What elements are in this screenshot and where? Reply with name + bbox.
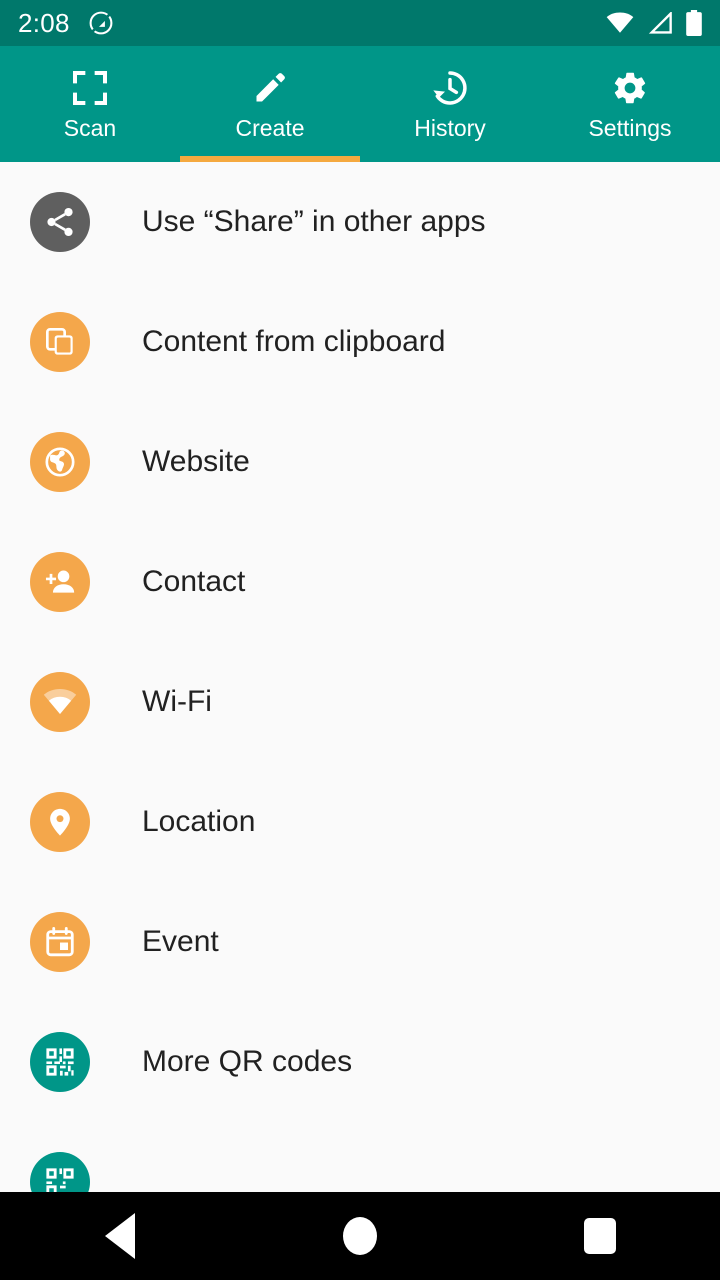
tab-create-label: Create [235,115,305,141]
list-item-website[interactable]: Website [0,402,720,522]
list-item-label: Wi-Fi [142,685,212,718]
list-item-label: Location [142,805,256,838]
circle-home-icon [343,1217,377,1255]
person-add-icon [30,552,90,612]
tab-create[interactable]: Create [180,46,360,162]
list-item-event[interactable]: Event [0,882,720,1002]
qr-code-icon [30,1152,90,1192]
cell-signal-icon [648,12,672,34]
list-item-location[interactable]: Location [0,762,720,882]
create-list: Use “Share” in other apps Content from c… [0,162,720,1192]
status-bar: 2:08 [0,0,720,46]
calendar-icon [30,912,90,972]
list-item-label: More QR codes [142,1045,353,1078]
app-notification-icon [89,11,113,35]
list-item-partial[interactable] [0,1122,720,1192]
tab-history-label: History [414,115,486,141]
wifi-icon [606,12,634,33]
gear-icon [611,68,649,108]
pencil-icon [252,68,288,108]
triangle-back-icon [105,1213,135,1259]
share-icon [30,192,90,252]
scan-frame-icon [70,68,110,108]
android-navigation-bar [0,1192,720,1280]
map-pin-icon [30,792,90,852]
status-time: 2:08 [18,8,70,38]
list-item-clipboard[interactable]: Content from clipboard [0,282,720,402]
history-clock-icon [430,68,470,108]
qr-code-icon [30,1032,90,1092]
globe-icon [30,432,90,492]
list-item-label: Content from clipboard [142,325,446,358]
status-left-icons [88,10,114,36]
list-item-more-qr-codes[interactable]: More QR codes [0,1002,720,1122]
tab-bar: Scan Create History Settings [0,46,720,162]
app-screen: 2:08 Scan Create History Settings Use “S… [0,0,720,1280]
square-recents-icon [584,1218,616,1254]
wifi-icon [30,672,90,732]
list-item-label: Event [142,925,219,958]
nav-back-button[interactable] [60,1192,180,1280]
tab-history[interactable]: History [360,46,540,162]
nav-recents-button[interactable] [540,1192,660,1280]
battery-icon [686,10,702,36]
list-item-label: Contact [142,565,246,598]
nav-home-button[interactable] [300,1192,420,1280]
tab-scan-label: Scan [63,115,117,141]
tab-scan[interactable]: Scan [0,46,180,162]
list-item-label: Website [142,445,250,478]
tab-settings-label: Settings [588,115,672,141]
clipboard-icon [30,312,90,372]
list-item-wifi[interactable]: Wi-Fi [0,642,720,762]
list-item-contact[interactable]: Contact [0,522,720,642]
status-right-icons [606,10,702,36]
tab-settings[interactable]: Settings [540,46,720,162]
list-item-label: Use “Share” in other apps [142,205,486,238]
list-item-share[interactable]: Use “Share” in other apps [0,162,720,282]
